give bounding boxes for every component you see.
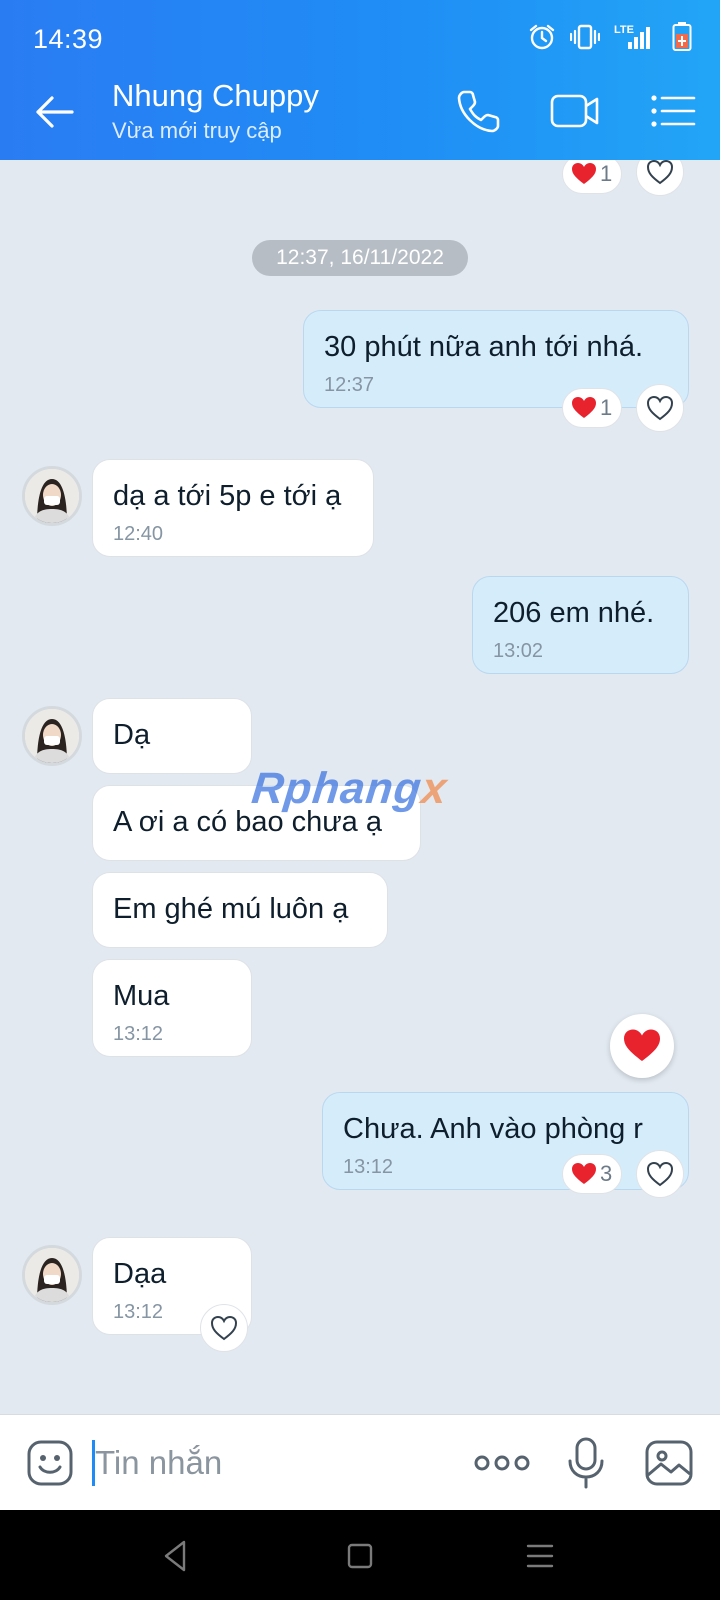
outgoing-message[interactable]: 30 phút nữa anh tới nhá. 12:37 — [303, 310, 689, 408]
reaction-count[interactable]: 3 — [562, 1154, 623, 1194]
watermark-accent-text: x — [419, 764, 450, 813]
message-text: Mua — [113, 980, 170, 1012]
reaction-count[interactable]: 1 — [562, 388, 623, 428]
heart-filled-icon — [624, 1029, 660, 1061]
system-navigation-bar — [0, 1510, 720, 1600]
heart-outline-icon — [210, 1315, 238, 1341]
reaction-number: 1 — [600, 395, 613, 420]
incoming-message[interactable]: dạ a tới 5p e tới ạ 12:40 — [92, 459, 374, 557]
nav-recents-icon[interactable] — [520, 1536, 560, 1576]
message-text: Em ghé mú luôn ạ — [113, 893, 349, 925]
nav-home-icon[interactable] — [340, 1536, 380, 1576]
status-time: 14:39 — [33, 24, 104, 54]
react-heart-button[interactable] — [636, 384, 684, 432]
message-list[interactable]: 1 12:37, 16/11/2022 30 phút nữa anh tới … — [0, 160, 720, 1414]
outgoing-message[interactable]: Chưa. Anh vào phòng r 13:12 — [322, 1092, 689, 1190]
contact-photo-icon — [25, 1248, 79, 1302]
heart-outline-icon — [646, 395, 674, 421]
avatar[interactable] — [22, 706, 82, 766]
reaction-heart-badge[interactable] — [610, 1014, 674, 1078]
reaction-count[interactable]: 1 — [562, 160, 623, 194]
react-heart-button[interactable] — [200, 1304, 248, 1352]
watermark-main-text: Rphang — [249, 764, 425, 813]
message-composer — [0, 1414, 720, 1510]
more-options-icon[interactable] — [474, 1453, 530, 1473]
date-separator: 12:37, 16/11/2022 — [252, 240, 468, 276]
avatar[interactable] — [22, 466, 82, 526]
incoming-message[interactable]: Dạ — [92, 698, 252, 774]
status-icons: LTE — [528, 22, 692, 52]
contact-name[interactable]: Nhung Chuppy — [112, 78, 319, 114]
signal-icon: LTE — [614, 24, 658, 50]
message-time: 13:02 — [493, 640, 544, 662]
status-bar: 14:39 LTE — [0, 0, 720, 64]
contact-photo-icon — [25, 469, 79, 523]
message-text: Dạa — [113, 1258, 167, 1290]
message-text: 206 em nhé. — [493, 597, 655, 629]
watermark-logo: Rphangx — [249, 764, 450, 814]
chat-header: Nhung Chuppy Vừa mới truy cập — [0, 64, 720, 160]
heart-filled-icon — [572, 163, 596, 184]
message-text: dạ a tới 5p e tới ạ — [113, 480, 342, 512]
heart-filled-icon — [572, 1163, 596, 1184]
avatar[interactable] — [22, 1245, 82, 1305]
heart-outline-icon — [646, 1161, 674, 1187]
battery-icon — [672, 22, 692, 51]
menu-list-icon[interactable] — [648, 86, 698, 136]
heart-filled-icon — [572, 397, 596, 418]
video-call-icon[interactable] — [550, 86, 600, 136]
incoming-message[interactable]: Em ghé mú luôn ạ — [92, 872, 388, 948]
react-heart-button[interactable] — [636, 160, 684, 196]
microphone-icon[interactable] — [566, 1437, 606, 1489]
message-input[interactable] — [95, 1437, 445, 1489]
reaction-number: 3 — [600, 1161, 613, 1186]
contact-status: Vừa mới truy cập — [112, 118, 282, 143]
message-text: Dạ — [113, 719, 151, 751]
react-heart-button[interactable] — [636, 1150, 684, 1198]
top-bar: 14:39 LTE Nhung Chuppy Vừa mới truy cập — [0, 0, 720, 160]
message-text: 30 phút nữa anh tới nhá. — [324, 331, 643, 363]
heart-outline-icon — [646, 160, 674, 185]
image-gallery-icon[interactable] — [644, 1439, 694, 1487]
outgoing-message[interactable]: 206 em nhé. 13:02 — [472, 576, 689, 674]
contact-photo-icon — [25, 709, 79, 763]
message-time: 13:12 — [113, 1023, 164, 1045]
back-arrow-icon[interactable] — [32, 90, 76, 134]
reaction-number: 1 — [600, 161, 613, 186]
message-text: Chưa. Anh vào phòng r — [343, 1113, 643, 1145]
nav-back-icon[interactable] — [156, 1536, 196, 1576]
message-time: 12:40 — [113, 523, 164, 545]
phone-call-icon[interactable] — [454, 86, 504, 136]
emoji-sticker-icon[interactable] — [26, 1439, 74, 1487]
vibrate-icon — [570, 24, 600, 50]
alarm-icon — [529, 24, 555, 50]
incoming-message[interactable]: Mua 13:12 — [92, 959, 252, 1057]
